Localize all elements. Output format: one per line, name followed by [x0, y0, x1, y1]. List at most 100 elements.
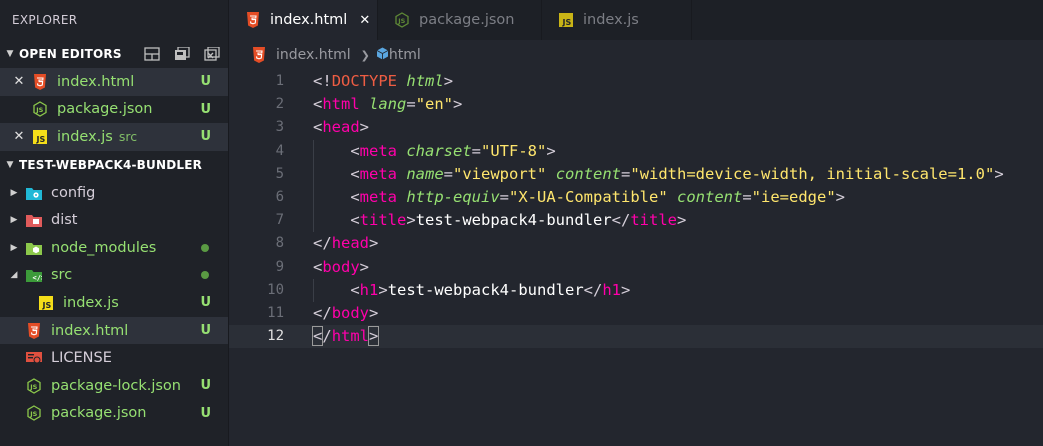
breadcrumb-file[interactable]: index.html	[276, 47, 351, 63]
code-text[interactable]: <h1>test-webpack4-bundler</h1>	[313, 279, 630, 302]
line-number: 4	[275, 142, 284, 159]
code-line[interactable]: 10 <h1>test-webpack4-bundler</h1>	[229, 279, 1043, 302]
svg-text:JS: JS	[29, 410, 37, 418]
save-all-icon[interactable]	[174, 46, 190, 61]
tree-item-label: dist	[51, 212, 78, 229]
svg-text:JS: JS	[562, 18, 572, 27]
open-editor-dir: src	[118, 129, 138, 145]
git-modified-dot	[201, 243, 209, 252]
project-label: TEST-WEBPACK4-BUNDLER	[19, 157, 203, 172]
js-icon: JS	[558, 12, 574, 28]
tree-item-label: index.html	[51, 322, 129, 339]
tab-label: index.html	[270, 12, 348, 28]
js-icon: JS	[38, 295, 54, 311]
chevron-right-icon: ▶	[10, 215, 18, 226]
tab-index-html[interactable]: index.html ✕	[229, 0, 378, 40]
tree-folder-dist[interactable]: ▶ dist	[0, 206, 228, 234]
line-number: 3	[275, 119, 284, 136]
code-editor[interactable]: 1 <!DOCTYPE html> 2 <html lang="en"> 3 <head>…	[229, 70, 1043, 446]
code-text[interactable]: </html>	[311, 325, 380, 348]
chevron-down-icon: ▼	[6, 49, 14, 59]
tree-folder-config[interactable]: ▶ config	[0, 179, 228, 207]
node-folder-icon	[26, 240, 42, 256]
code-text[interactable]: </body>	[313, 302, 378, 325]
code-line[interactable]: 3 <head>	[229, 116, 1043, 139]
open-editors-label: OPEN EDITORS	[19, 47, 122, 61]
close-icon[interactable]: ✕	[359, 13, 370, 28]
code-text[interactable]: </head>	[313, 232, 378, 255]
tree-file-index-js[interactable]: JS index.js U	[0, 289, 228, 317]
git-status-badge: U	[200, 378, 211, 394]
git-status-badge: U	[200, 74, 211, 90]
git-modified-dot	[201, 271, 209, 280]
cube-icon	[376, 47, 389, 64]
line-number: 10	[267, 281, 284, 298]
tree-file-package-json[interactable]: JS package.json U	[0, 400, 228, 428]
git-status-badge: U	[200, 129, 211, 145]
open-editors-actions	[144, 46, 228, 61]
tree-file-index-html[interactable]: index.html U	[0, 316, 228, 345]
breadcrumb: index.html ❯ html	[229, 40, 1043, 70]
git-status-badge: U	[200, 101, 211, 117]
code-text[interactable]: <body>	[313, 256, 369, 279]
explorer-sidebar: EXPLORER ▼ OPEN EDITORS ✕ index.html U J…	[0, 0, 229, 446]
breadcrumb-symbol[interactable]: html	[389, 47, 421, 63]
tree-file-license[interactable]: LICENSE	[0, 344, 228, 372]
open-editor-item[interactable]: JS package.json U	[0, 96, 228, 124]
toggle-vertical-icon[interactable]	[144, 47, 160, 61]
line-number: 11	[267, 304, 284, 321]
svg-text:JS: JS	[35, 106, 43, 114]
nodejs-icon: JS	[26, 377, 42, 394]
line-number: 2	[275, 96, 284, 113]
tree-file-package-lock-json[interactable]: JS package-lock.json U	[0, 372, 228, 400]
code-text[interactable]: <meta charset="UTF-8">	[313, 140, 555, 163]
tab-label: index.js	[583, 12, 639, 28]
code-line[interactable]: 6 <meta http-equiv="X-UA-Compatible" con…	[229, 186, 1043, 209]
chevron-right-icon: ❯	[360, 48, 370, 62]
tab-index-js[interactable]: JS index.js	[542, 0, 692, 40]
code-text[interactable]: <html lang="en">	[313, 93, 462, 116]
license-icon	[26, 350, 42, 366]
html5-icon	[26, 322, 42, 339]
line-number: 1	[275, 73, 284, 89]
code-line[interactable]: 2 <html lang="en">	[229, 93, 1043, 116]
open-editor-label: package.json	[57, 101, 153, 118]
dist-folder-icon	[26, 212, 42, 228]
code-line[interactable]: 5 <meta name="viewport" content="width=d…	[229, 163, 1043, 186]
code-line[interactable]: 8 </head>	[229, 232, 1043, 255]
chevron-down-icon: ▼	[6, 159, 14, 170]
tree-folder-src[interactable]: ◢ </> src	[0, 262, 228, 290]
git-status-badge: U	[200, 405, 211, 421]
config-folder-icon	[26, 185, 42, 201]
code-line[interactable]: 12 </html>	[229, 325, 1043, 349]
code-text[interactable]: <head>	[313, 116, 369, 139]
line-number: 12	[267, 328, 284, 345]
code-line[interactable]: 9 <body>	[229, 256, 1043, 279]
code-text[interactable]: <!DOCTYPE html>	[313, 70, 453, 93]
close-icon[interactable]: ✕	[12, 129, 26, 144]
project-header[interactable]: ▼ TEST-WEBPACK4-BUNDLER	[0, 151, 228, 179]
html5-icon	[32, 73, 48, 90]
code-line[interactable]: 7 <title>test-webpack4-bundler</title>	[229, 209, 1043, 232]
code-line[interactable]: 4 <meta charset="UTF-8">	[229, 140, 1043, 163]
chevron-right-icon: ▶	[10, 242, 18, 253]
open-editor-item[interactable]: ✕ index.html U	[0, 68, 228, 96]
svg-text:JS: JS	[36, 135, 46, 144]
close-icon[interactable]: ✕	[12, 74, 26, 89]
code-text[interactable]: <title>test-webpack4-bundler</title>	[313, 209, 686, 232]
code-line[interactable]: 1 <!DOCTYPE html>	[229, 70, 1043, 93]
open-editor-label: index.js	[57, 128, 113, 145]
editor-tab-bar: index.html ✕ JS package.json JS index.js	[229, 0, 1043, 40]
nodejs-icon: JS	[394, 12, 410, 28]
tab-package-json[interactable]: JS package.json	[378, 0, 542, 40]
code-text[interactable]: <meta http-equiv="X-UA-Compatible" conte…	[313, 186, 845, 209]
line-number: 9	[275, 258, 284, 275]
js-icon: JS	[32, 129, 48, 145]
code-text[interactable]: <meta name="viewport" content="width=dev…	[313, 163, 1003, 186]
code-line[interactable]: 11 </body>	[229, 302, 1043, 325]
tree-folder-node-modules[interactable]: ▶ node_modules	[0, 234, 228, 262]
svg-text:</>: </>	[33, 274, 43, 282]
open-editors-header[interactable]: ▼ OPEN EDITORS	[0, 40, 228, 68]
close-all-icon[interactable]	[204, 46, 220, 61]
open-editor-item[interactable]: ✕ JS index.js src U	[0, 123, 228, 151]
